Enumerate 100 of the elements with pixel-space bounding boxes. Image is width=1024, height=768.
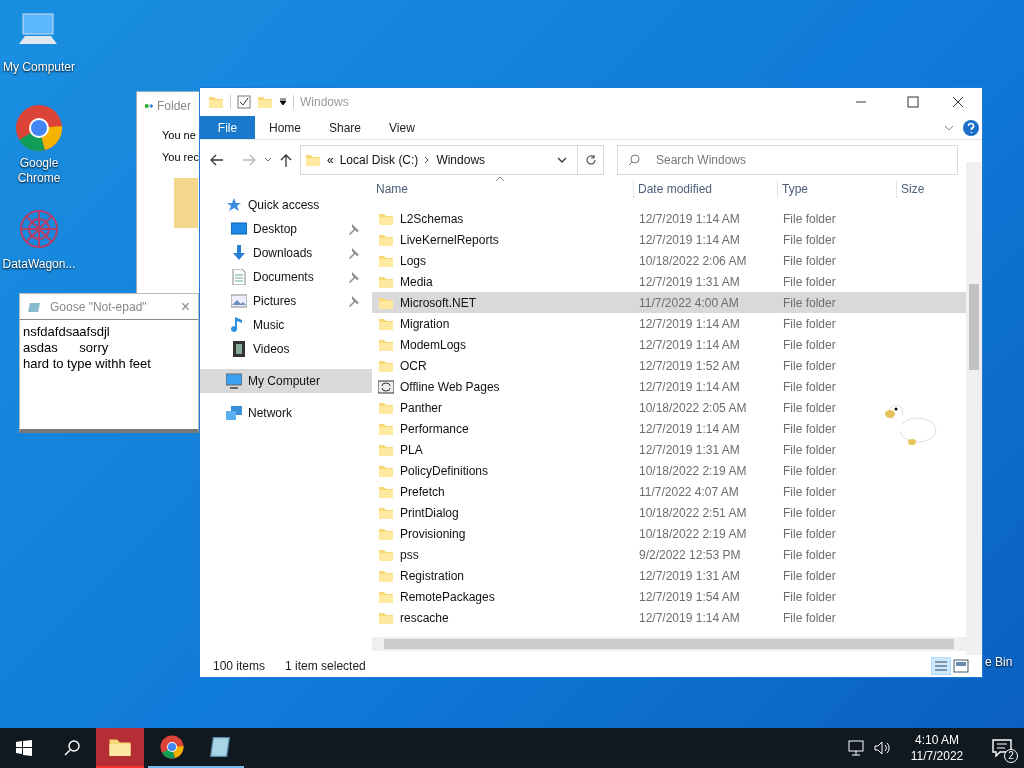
file-row[interactable]: PLA 12/7/2019 1:31 AM File folder <box>372 439 966 460</box>
column-header[interactable]: Name <box>372 180 633 198</box>
close-icon <box>952 96 964 108</box>
address-bar[interactable]: « Local Disk (C:) Windows <box>300 145 578 175</box>
date-cell-text: 12/7/2019 1:14 AM <box>639 609 741 627</box>
ribbon-tab[interactable]: File <box>200 116 255 139</box>
file-name: Panther <box>400 399 444 417</box>
search-field[interactable]: Search Windows <box>617 145 958 175</box>
file-name: Provisioning <box>400 525 467 543</box>
chrome-icon <box>15 104 63 152</box>
nav-item[interactable]: Pictures <box>200 289 372 313</box>
ribbon-tab[interactable]: Home <box>255 116 315 139</box>
file-name: L2Schemas <box>400 210 465 228</box>
search-icon <box>628 154 640 166</box>
dialog-text: You ne <box>162 128 197 142</box>
type-cell-text: File folder <box>783 399 837 417</box>
breadcrumb-item[interactable]: Windows <box>436 151 486 169</box>
breadcrumb-overflow[interactable]: « <box>327 151 334 169</box>
vertical-scrollbar[interactable] <box>966 162 982 655</box>
file-row[interactable]: ModemLogs 12/7/2019 1:14 AM File folder <box>372 334 966 355</box>
file-name: PrintDialog <box>400 504 460 522</box>
network-icon <box>848 740 866 756</box>
checkbox-icon <box>237 95 251 109</box>
file-name: LiveKernelReports <box>400 231 500 249</box>
dropdown-icon <box>557 156 567 164</box>
nav-item[interactable]: Documents <box>200 265 372 289</box>
text-area[interactable]: nsfdafdsaafsdjl asdas sorry hard to type withh feet <box>20 320 198 372</box>
nav-item[interactable]: Downloads <box>200 241 372 265</box>
file-row[interactable]: Panther 10/18/2022 2:05 AM File folder <box>372 397 966 418</box>
desktop-icon-label[interactable]: Google Chrome <box>0 156 78 186</box>
file-row[interactable]: Offline Web Pages 12/7/2019 1:14 AM File folder <box>372 376 966 397</box>
file-row[interactable]: rescache 12/7/2019 1:14 AM File folder <box>372 607 966 628</box>
nav-item[interactable]: Music <box>200 313 372 337</box>
action-center-button[interactable]: 2 <box>980 728 1024 768</box>
nav-item[interactable]: My Computer <box>200 369 372 393</box>
help-icon <box>963 119 979 136</box>
clock-date[interactable]: 11/7/2022 <box>910 748 964 764</box>
window-title: Goose "Not-epad" <box>50 298 148 316</box>
chevron-icon <box>264 156 272 164</box>
date-cell-text: 11/7/2022 4:07 AM <box>639 483 740 501</box>
file-row[interactable]: Logs 10/18/2022 2:06 AM File folder <box>372 250 966 271</box>
desktop-icon-label[interactable]: e Bin <box>985 653 1013 671</box>
date-cell-text: 11/7/2022 4:00 AM <box>639 294 740 312</box>
search-icon <box>64 740 80 756</box>
refresh-button[interactable] <box>578 145 604 175</box>
date-cell-text: 12/7/2019 1:14 AM <box>639 420 741 438</box>
date-cell-text: 10/18/2022 2:19 AM <box>639 525 748 543</box>
file-row[interactable]: Microsoft.NET 11/7/2022 4:00 AM File folder <box>372 292 966 313</box>
desktop-icon-label[interactable]: DataWagon... <box>0 257 78 272</box>
file-row[interactable]: RemotePackages 12/7/2019 1:54 AM File folder <box>372 586 966 607</box>
type-cell-text: File folder <box>783 483 837 501</box>
film-icon <box>231 341 247 357</box>
column-header[interactable]: Type <box>777 180 896 198</box>
column-header[interactable]: Date modified <box>633 180 777 198</box>
chrome-icon <box>160 735 184 759</box>
type-cell-text: File folder <box>783 567 837 585</box>
file-name: Performance <box>400 420 470 438</box>
nav-item[interactable]: Network <box>200 401 372 425</box>
window-title: Windows <box>300 94 350 111</box>
nav-item[interactable]: Desktop <box>200 217 372 241</box>
file-row[interactable]: Media 12/7/2019 1:31 AM File folder <box>372 271 966 292</box>
date-cell-text: 12/7/2019 1:31 AM <box>639 567 741 585</box>
date-cell-text: 12/7/2019 1:14 AM <box>639 378 741 396</box>
horizontal-scrollbar[interactable] <box>372 637 966 651</box>
file-row[interactable]: PolicyDefinitions 10/18/2022 2:19 AM File folder <box>372 460 966 481</box>
file-row[interactable]: Registration 12/7/2019 1:31 AM File folder <box>372 565 966 586</box>
ribbon-tab[interactable]: View <box>375 116 429 139</box>
type-cell-text: File folder <box>783 378 837 396</box>
date-cell-text: 12/7/2019 1:54 AM <box>639 588 741 606</box>
taskbar-app[interactable] <box>96 728 144 768</box>
back-arrow-icon <box>210 154 224 166</box>
notification-count: 2 <box>1004 749 1018 763</box>
picture-icon <box>231 293 247 309</box>
file-row[interactable]: OCR 12/7/2019 1:52 AM File folder <box>372 355 966 376</box>
type-cell-text: File folder <box>783 420 837 438</box>
file-row[interactable]: Migration 12/7/2019 1:14 AM File folder <box>372 313 966 334</box>
file-row[interactable]: pss 9/2/2022 12:53 PM File folder <box>372 544 966 565</box>
nav-item[interactable]: Quick access <box>200 193 372 217</box>
file-row[interactable]: PrintDialog 10/18/2022 2:51 AM File folder <box>372 502 966 523</box>
file-row[interactable]: L2Schemas 12/7/2019 1:14 AM File folder <box>372 208 966 229</box>
desktop-icon-label[interactable]: My Computer <box>0 60 78 75</box>
file-row[interactable]: Performance 12/7/2019 1:14 AM File folder <box>372 418 966 439</box>
file-name: PolicyDefinitions <box>400 462 490 480</box>
file-name: PLA <box>400 441 424 459</box>
file-row[interactable]: Provisioning 10/18/2022 2:19 AM File folder <box>372 523 966 544</box>
clock-time[interactable]: 4:10 AM <box>915 732 959 748</box>
type-cell-text: File folder <box>783 273 837 291</box>
file-name: Offline Web Pages <box>400 378 501 396</box>
type-cell-text: File folder <box>783 252 837 270</box>
nav-item[interactable]: Videos <box>200 337 372 361</box>
file-name: rescache <box>400 609 450 627</box>
file-row[interactable]: Prefetch 11/7/2022 4:07 AM File folder <box>372 481 966 502</box>
file-row[interactable]: LiveKernelReports 12/7/2019 1:14 AM File folder <box>372 229 966 250</box>
network-icon <box>226 405 242 421</box>
file-name: Migration <box>400 315 451 333</box>
selection-count: 1 item selected <box>285 658 366 675</box>
close-button[interactable]: × <box>180 298 190 315</box>
item-count: 100 items <box>213 658 266 675</box>
breadcrumb-item[interactable]: Local Disk (C:) <box>339 151 419 169</box>
ribbon-tab[interactable]: Share <box>315 116 376 139</box>
